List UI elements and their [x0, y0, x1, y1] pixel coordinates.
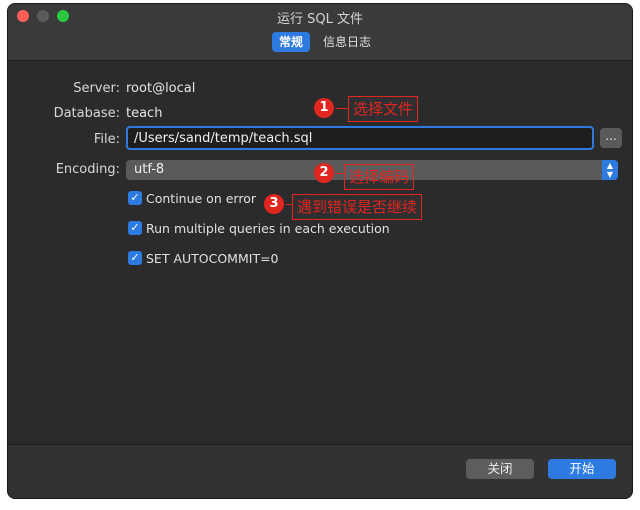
close-button[interactable]: 关闭: [466, 459, 534, 479]
file-path-input[interactable]: [126, 126, 594, 150]
annotation-connector-1: [336, 108, 348, 109]
dialog-footer: 关闭 开始: [8, 444, 632, 498]
encoding-label: Encoding:: [55, 162, 120, 177]
title-bar: 运行 SQL 文件 常规 信息日志: [8, 4, 632, 61]
run-multiple-queries-label: Run multiple queries in each execution: [146, 221, 390, 236]
encoding-selected-value: utf-8: [134, 162, 165, 177]
annotation-label-3: 遇到错误是否继续: [292, 194, 423, 220]
autocommit-label: SET AUTOCOMMIT=0: [146, 251, 279, 266]
chevron-up-down-icon: ▲ ▼: [602, 160, 618, 180]
annotation-label-1: 选择文件: [348, 96, 419, 122]
autocommit-checkbox[interactable]: ✓: [128, 251, 142, 265]
tab-message-log[interactable]: 信息日志: [316, 32, 378, 52]
database-label: Database:: [53, 106, 120, 121]
server-label: Server:: [73, 81, 120, 96]
annotation-connector-2: [336, 173, 344, 174]
annotation-badge-2: 2: [314, 163, 334, 183]
start-button[interactable]: 开始: [548, 459, 616, 479]
server-value: root@local: [126, 81, 196, 96]
annotation-label-2: 选择编码: [344, 164, 415, 190]
run-multiple-queries-checkbox[interactable]: ✓: [128, 221, 142, 235]
window-title: 运行 SQL 文件: [277, 12, 363, 27]
run-sql-file-dialog: 运行 SQL 文件 常规 信息日志 Server: root@local Dat…: [8, 4, 632, 498]
database-value: teach: [126, 106, 163, 121]
continue-on-error-checkbox[interactable]: ✓: [128, 191, 142, 205]
tab-general[interactable]: 常规: [272, 32, 311, 52]
annotation-badge-1: 1: [314, 98, 334, 118]
browse-file-button[interactable]: ...: [600, 128, 622, 148]
annotation-badge-3: 3: [264, 194, 284, 214]
continue-on-error-label: Continue on error: [146, 191, 256, 206]
file-label: File:: [93, 132, 120, 147]
